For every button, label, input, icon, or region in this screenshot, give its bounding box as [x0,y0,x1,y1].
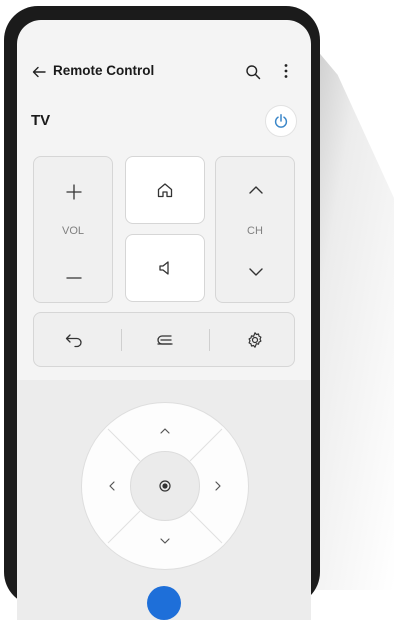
volume-rocker: VOL [33,156,113,303]
input-source-icon[interactable] [155,331,175,349]
app-screen: Remote Control TV VOL CH [17,20,311,620]
ok-dot-icon [157,478,173,494]
app-bar: Remote Control [17,58,311,86]
volume-up-button[interactable] [65,183,82,200]
dpad-left-button[interactable] [104,478,120,494]
channel-rocker: CH [215,156,295,303]
divider [121,329,122,351]
more-vertical-icon[interactable] [279,62,293,80]
ok-button[interactable] [130,451,200,521]
channel-down-button[interactable] [247,263,265,281]
speaker-icon [157,259,175,277]
home-icon [156,181,174,199]
power-icon [273,113,289,129]
search-icon[interactable] [245,64,261,80]
arrow-left-icon[interactable] [31,64,47,80]
navigation-area [17,380,311,620]
phone-frame: Remote Control TV VOL CH [4,6,320,620]
power-button[interactable] [265,105,297,137]
channel-label: CH [247,225,263,237]
partially-visible-button[interactable] [147,586,181,620]
return-icon[interactable] [64,331,84,349]
device-name: TV [31,112,51,129]
dpad-up-button[interactable] [157,423,173,439]
divider [209,329,210,351]
directional-pad [81,402,249,570]
channel-up-button[interactable] [247,181,265,199]
dpad-right-button[interactable] [210,478,226,494]
volume-down-button[interactable] [65,269,82,285]
dpad-down-button[interactable] [157,533,173,549]
function-bar [33,312,295,367]
gear-icon[interactable] [246,331,264,349]
page-title: Remote Control [53,63,155,78]
volume-label: VOL [61,225,84,237]
mute-button[interactable] [125,234,205,302]
home-button[interactable] [125,156,205,224]
